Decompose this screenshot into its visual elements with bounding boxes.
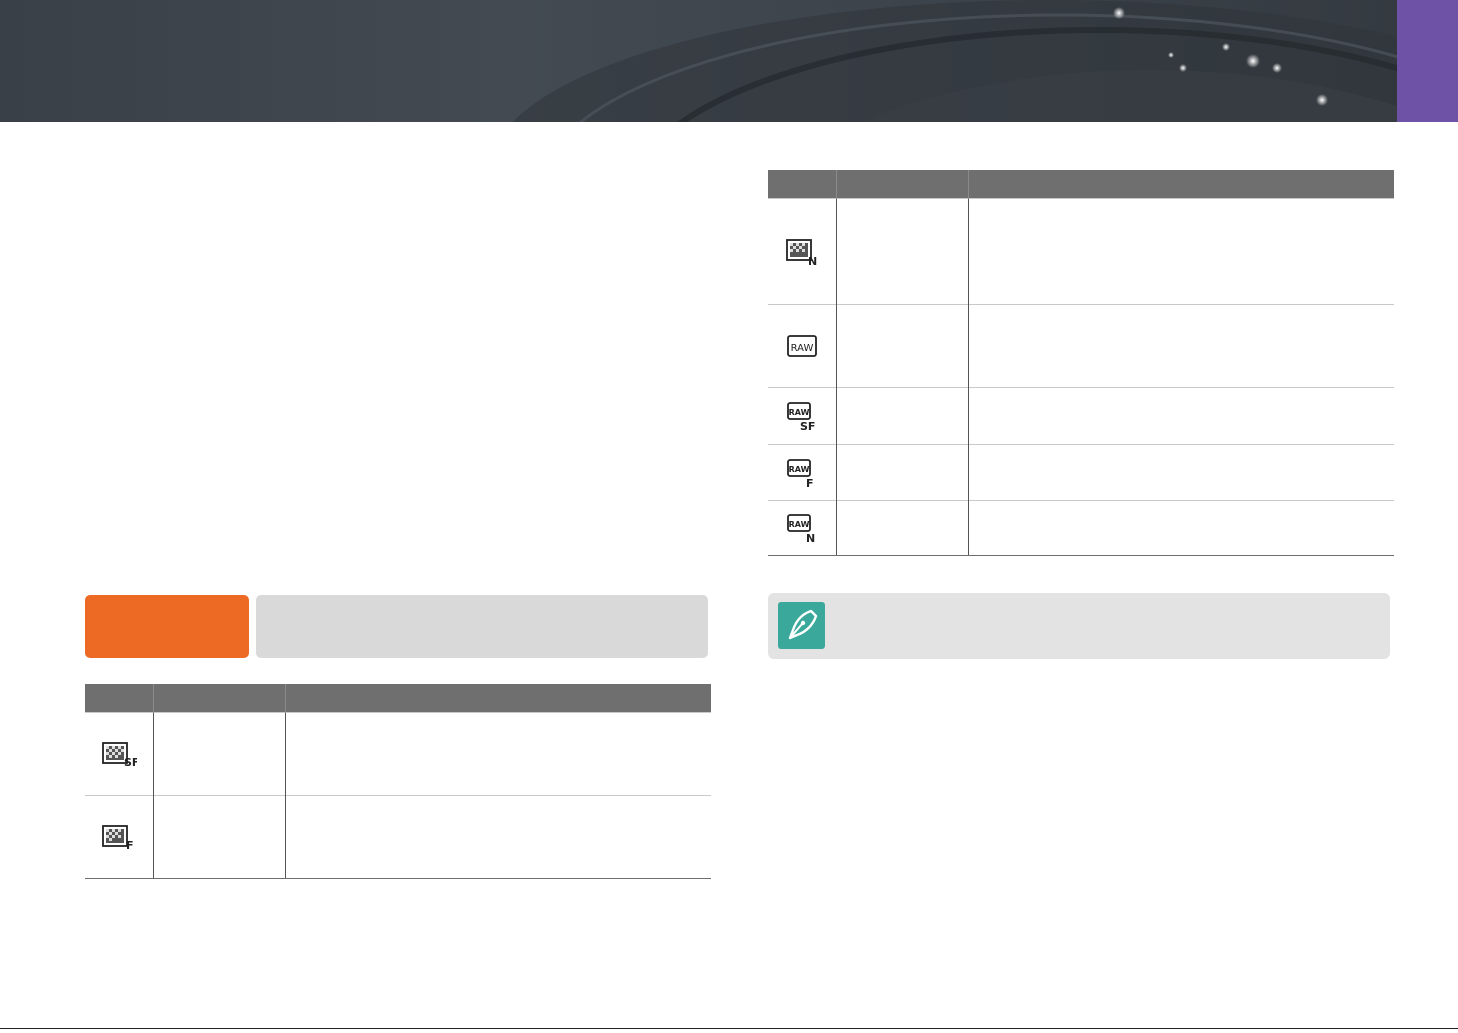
column-header-description	[284, 684, 711, 713]
footer-rule	[0, 1028, 1458, 1029]
column-header-icon	[85, 684, 153, 713]
pen-nib-icon	[778, 602, 825, 649]
table-header-row	[85, 684, 711, 713]
jpeg-super-fine-icon: SF	[101, 742, 137, 767]
jpeg-fine-icon: F	[101, 825, 134, 850]
table-row: F	[85, 795, 711, 879]
note-box	[768, 593, 1390, 659]
raw-plus-jpeg-super-fine-icon: RAW SF	[786, 402, 815, 431]
table-row: RAW F	[768, 444, 1394, 501]
raw-icon: RAW	[786, 335, 817, 357]
svg-text:N: N	[806, 532, 815, 543]
svg-text:SF: SF	[124, 756, 137, 767]
raw-plus-jpeg-fine-icon: RAW F	[786, 458, 814, 488]
column-header-description	[967, 170, 1394, 199]
table-row: SF	[85, 712, 711, 796]
raw-plus-jpeg-normal-icon: RAW N	[786, 514, 815, 543]
column-header-option	[152, 684, 285, 713]
table-row: N	[768, 198, 1394, 305]
table-header-row	[768, 170, 1394, 199]
header-background-art	[512, 0, 1458, 122]
svg-text:RAW: RAW	[788, 465, 809, 474]
svg-text:SF: SF	[800, 420, 815, 431]
option-badge	[85, 595, 249, 658]
column-header-option	[835, 170, 968, 199]
quality-table-left: SF F	[85, 684, 711, 879]
svg-text:F: F	[806, 477, 814, 488]
chapter-tab[interactable]	[1397, 0, 1458, 122]
svg-text:RAW: RAW	[790, 343, 813, 354]
table-row: RAW N	[768, 500, 1394, 556]
option-description-bar	[256, 595, 708, 658]
svg-text:RAW: RAW	[788, 408, 809, 417]
table-row: RAW	[768, 304, 1394, 388]
header-banner	[0, 0, 1458, 122]
svg-text:F: F	[126, 839, 134, 850]
svg-text:N: N	[808, 255, 817, 266]
svg-text:RAW: RAW	[788, 520, 809, 529]
table-row: RAW SF	[768, 387, 1394, 445]
column-header-icon	[768, 170, 836, 199]
quality-table-right: N RAW RAW SF RAW F RAW N	[768, 170, 1394, 556]
jpeg-normal-icon: N	[785, 238, 817, 266]
